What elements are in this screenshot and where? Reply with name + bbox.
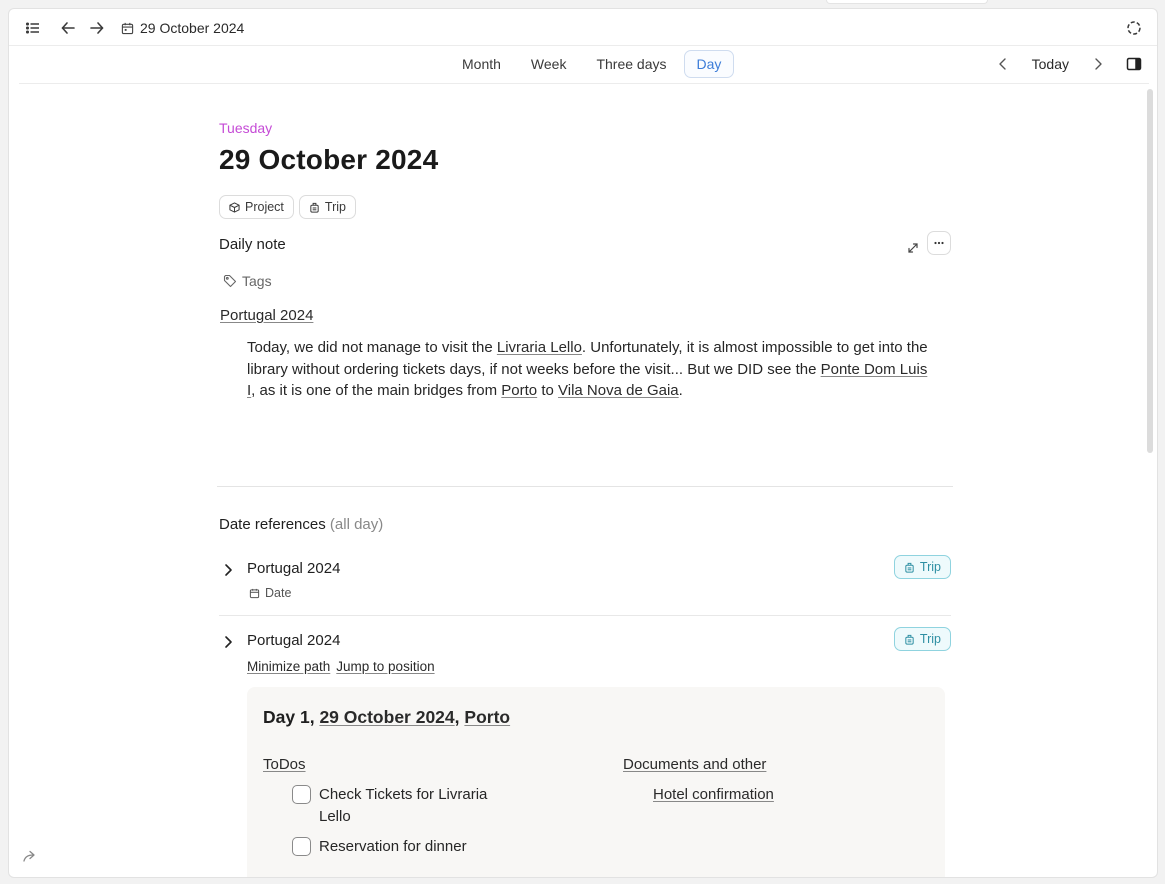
reference-property: Date <box>249 586 291 600</box>
badge-label: Trip <box>919 632 941 646</box>
minimize-path-link[interactable]: Minimize path <box>247 659 330 674</box>
heading-text: Date references <box>219 516 326 533</box>
body-text: , as it is one of the main bridges from <box>251 382 502 399</box>
page-title[interactable]: 29 October 2024 <box>219 144 438 176</box>
sidebar-toggle-icon[interactable] <box>1119 50 1149 78</box>
badge-label: Trip <box>919 560 941 574</box>
date-navigation: Today <box>988 50 1149 78</box>
tab-three-days[interactable]: Three days <box>583 50 679 78</box>
weekday-label: Tuesday <box>219 120 273 136</box>
tab-day[interactable]: Day <box>683 50 735 78</box>
luggage-icon <box>905 634 914 645</box>
todo-item: Reservation for dinner <box>292 836 522 858</box>
app-window: 29 October 2024 Month Week Three days Da… <box>8 8 1158 878</box>
previous-day-button[interactable] <box>988 50 1018 78</box>
chip-label: Project <box>245 200 284 214</box>
project-chip[interactable]: Project <box>219 195 294 219</box>
tag-icon <box>223 274 237 288</box>
view-tabs: Month Week Three days Day <box>449 50 735 78</box>
window-tab-edge <box>826 0 988 4</box>
body-text: . <box>678 382 683 399</box>
note-body: Today, we did not manage to visit the Li… <box>247 337 937 402</box>
heading-suffix: (all day) <box>329 516 384 533</box>
chevron-right-icon <box>1095 58 1102 70</box>
note-type-label: Daily note <box>219 236 286 253</box>
card-title: Day 1, 29 October 2024, Porto <box>263 707 510 728</box>
luggage-icon <box>905 562 914 573</box>
trip-badge[interactable]: Trip <box>893 627 951 651</box>
reference-name[interactable]: Portugal 2024 <box>247 560 340 577</box>
next-day-button[interactable] <box>1083 50 1113 78</box>
jump-to-position-link[interactable]: Jump to position <box>336 659 434 674</box>
link-livraria-lello[interactable]: Livraria Lello <box>497 339 582 356</box>
title-prefix: Day 1, <box>263 707 320 727</box>
tab-month[interactable]: Month <box>449 50 514 78</box>
documents-heading-link[interactable]: Documents and other <box>623 756 766 773</box>
hotel-confirmation-link[interactable]: Hotel confirmation <box>653 786 774 803</box>
todo-checkbox[interactable] <box>292 785 311 804</box>
trip-chip[interactable]: Trip <box>298 195 356 219</box>
more-options-icon[interactable] <box>927 231 951 255</box>
calendar-icon <box>121 22 134 35</box>
link-porto[interactable]: Porto <box>501 382 537 399</box>
chevron-right-icon[interactable] <box>221 635 235 649</box>
tags-label: Tags <box>242 273 272 289</box>
todo-label: Check Tickets for Livraria Lello <box>319 786 488 825</box>
body-text: to <box>537 382 559 399</box>
todo-checkbox[interactable] <box>292 837 311 856</box>
link-porto[interactable]: Porto <box>464 707 510 727</box>
link-vila-nova-de-gaia[interactable]: Vila Nova de Gaia <box>558 382 679 399</box>
link-date[interactable]: 29 October 2024 <box>319 707 454 727</box>
reference-actions: Minimize path Jump to position <box>247 659 435 674</box>
row-divider <box>219 615 951 616</box>
expand-icon[interactable] <box>905 240 921 256</box>
view-bar: Month Week Three days Day Today <box>19 46 1149 84</box>
todo-label: Reservation for dinner <box>319 838 467 855</box>
todos-heading-link[interactable]: ToDos <box>263 756 306 773</box>
list-icon[interactable] <box>22 17 44 39</box>
tab-week[interactable]: Week <box>518 50 580 78</box>
title-text: 29 October 2024 <box>140 20 245 36</box>
today-button[interactable]: Today <box>1018 51 1083 77</box>
calendar-icon <box>249 588 260 598</box>
tags-field[interactable]: Tags <box>223 273 272 289</box>
cube-icon <box>229 201 240 213</box>
share-icon[interactable] <box>21 847 39 865</box>
title-separator: , <box>454 707 465 727</box>
luggage-icon <box>310 202 319 213</box>
page-link-portugal[interactable]: Portugal 2024 <box>220 307 313 324</box>
todo-item: Check Tickets for Livraria Lello <box>292 784 522 828</box>
chip-label: Trip <box>324 200 346 214</box>
back-arrow-icon[interactable] <box>57 17 79 39</box>
trip-badge[interactable]: Trip <box>893 555 951 579</box>
reference-name[interactable]: Portugal 2024 <box>247 632 340 649</box>
reference-preview-card: Day 1, 29 October 2024, Porto ToDos Docu… <box>247 687 945 877</box>
section-divider <box>217 486 953 487</box>
forward-arrow-icon[interactable] <box>86 17 108 39</box>
chevron-right-icon[interactable] <box>221 563 235 577</box>
body-text: Today, we did not manage to visit the <box>247 339 497 356</box>
template-chips: Project Trip <box>219 195 356 219</box>
sync-icon[interactable] <box>1123 17 1145 39</box>
scrollbar[interactable] <box>1147 89 1153 453</box>
chevron-left-icon <box>998 58 1006 70</box>
note-title-bar: 29 October 2024 <box>121 18 244 38</box>
top-bar: 29 October 2024 <box>9 9 1157 46</box>
property-label: Date <box>265 586 292 600</box>
date-references-heading: Date references (all day) <box>219 516 383 533</box>
